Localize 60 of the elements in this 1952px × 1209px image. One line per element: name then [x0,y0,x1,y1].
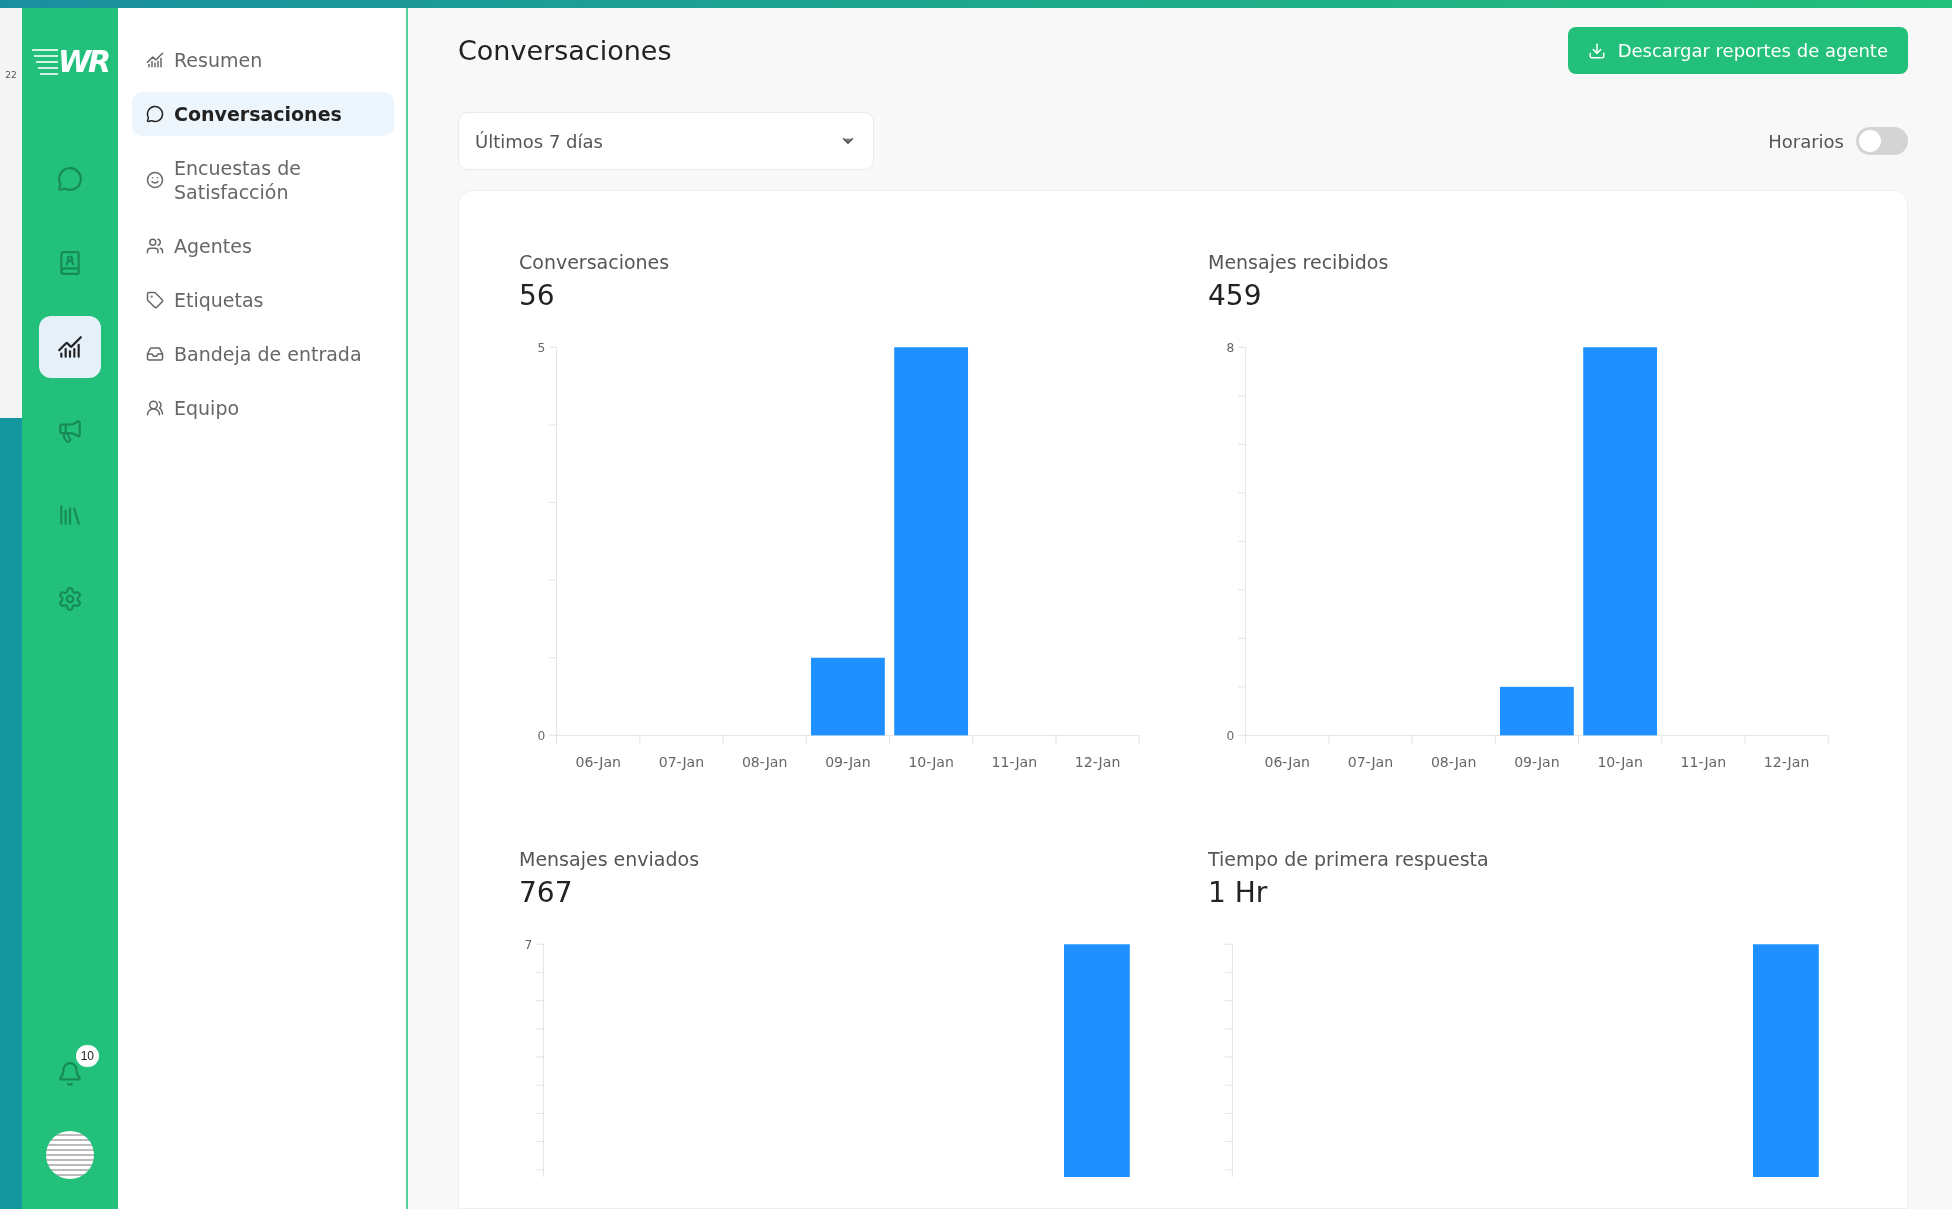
notifications-button[interactable]: 10 [39,1043,101,1105]
sidebar-item[interactable]: Etiquetas [132,278,394,322]
x-tick-label: 12-Jan [1074,754,1121,771]
metric-value: 767 [519,875,574,909]
metric-value: 56 [519,279,556,312]
x-tick-label: 06-Jan [1264,754,1310,771]
metric-value: 459 [1208,279,1263,312]
metric-label: Mensajes recibidos [1208,251,1390,273]
library-icon [57,502,83,528]
notification-badge: 10 [75,1045,99,1067]
y-tick-label: 8 [1226,340,1235,355]
download-icon [1587,41,1606,60]
nav-button[interactable] [39,316,101,378]
inbox-icon [146,345,164,363]
bell-icon [57,1061,83,1087]
metric-label: Mensajes enviados [519,847,701,870]
date-range-select[interactable]: Últimos 7 días [458,112,874,170]
x-tick-label: 07-Jan [1347,754,1394,771]
y-tick-label: 5 [537,340,546,355]
metric-label: Conversaciones [519,251,671,273]
x-tick-label: 08-Jan [741,754,788,771]
group-icon [146,399,164,417]
x-tick-label: 11-Jan [991,754,1038,771]
tag-icon [146,291,164,309]
sidebar-item[interactable]: Conversaciones [132,92,394,136]
users-icon [146,237,164,255]
x-tick-label: 11-Jan [1680,754,1727,771]
x-tick-label: 06-Jan [575,754,621,771]
settings-icon [57,586,83,612]
metric-label: Tiempo de primera respuesta [1208,847,1490,870]
sidebar-item[interactable]: Encuestas de Satisfacción [132,146,394,214]
sidebar-item[interactable]: Equipo [132,386,394,430]
x-tick-label: 09-Jan [1514,754,1560,771]
megaphone-icon [57,418,83,444]
smile-icon [146,171,164,189]
y-tick-label: 7 [524,937,533,952]
sidebar-item[interactable]: Bandeja de entrada [132,332,394,376]
chat-icon [146,105,164,123]
y-tick-label: 0 [537,729,546,744]
contact-book-icon [57,250,83,276]
background-window-text: 22 [5,70,17,80]
chart-icon [146,51,164,69]
sidebar-item[interactable]: Resumen [132,38,394,82]
chart-icon [57,334,83,360]
sidebar-item[interactable]: Agentes [132,224,394,268]
y-tick-label: 0 [1226,729,1235,744]
x-tick-label: 09-Jan [825,754,871,771]
x-tick-label: 08-Jan [1430,754,1477,771]
x-tick-label: 12-Jan [1763,754,1810,771]
chat-icon [57,166,83,192]
logo: WR [57,43,109,79]
toggle-label: Horarios [1768,130,1844,152]
x-tick-label: 10-Jan [1597,754,1643,771]
x-tick-label: 07-Jan [658,754,705,771]
toggle-switch[interactable] [1856,127,1908,155]
speed-lines-icon [31,46,58,76]
metric-value: 1 Hr [1208,875,1269,909]
page-title: Conversaciones [458,35,672,66]
x-tick-label: 10-Jan [908,754,954,771]
avatar[interactable] [46,1131,94,1179]
